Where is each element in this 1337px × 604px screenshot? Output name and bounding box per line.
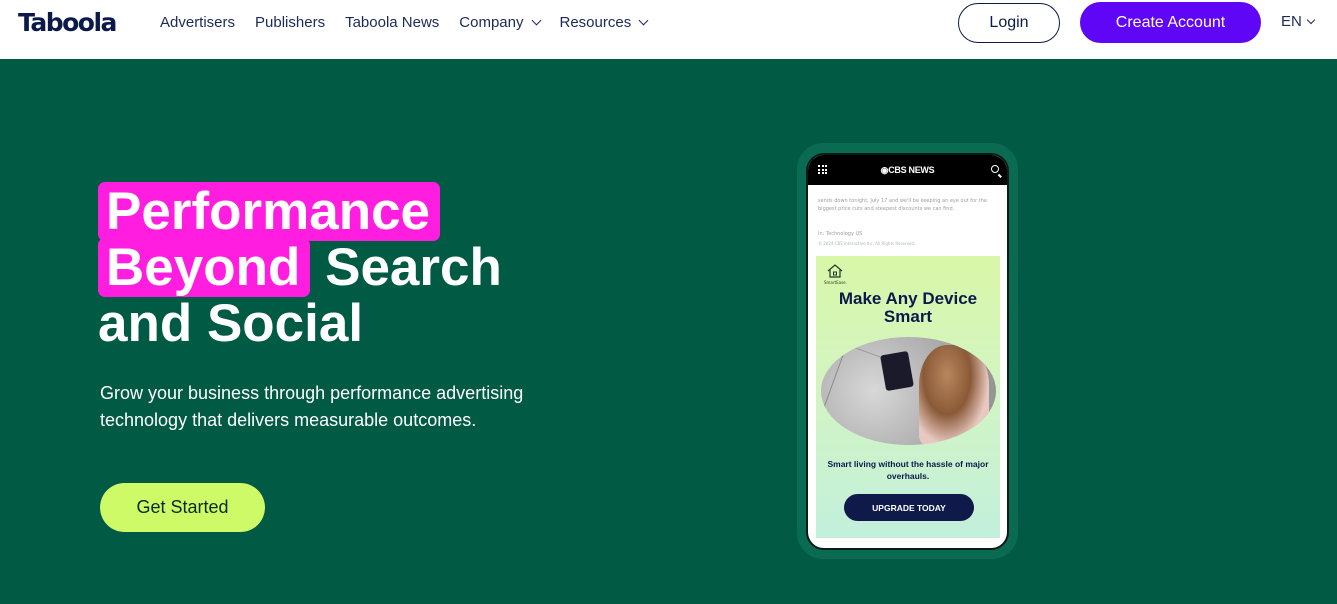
chevron-down-icon <box>531 15 541 26</box>
chevron-down-icon <box>638 15 649 26</box>
article-text: sends down tonight, July 17 and we'll be… <box>818 198 987 212</box>
woman-figure <box>919 345 989 445</box>
nav-resources[interactable]: Resources <box>559 14 649 31</box>
headline-highlight-1: Performance <box>98 182 441 241</box>
language-label: EN <box>1281 13 1302 30</box>
nav-company[interactable]: Company <box>459 14 541 31</box>
article-copyright: © 2024 CBS Interactive Inc. All Rights R… <box>818 241 916 246</box>
site-header: Taboola Advertisers Publishers Taboola N… <box>0 0 1337 59</box>
house-icon <box>827 264 843 278</box>
nav-company-label: Company <box>459 14 524 31</box>
site-brand: ◉CBS NEWS <box>880 164 935 175</box>
nav-taboola-news-label: Taboola News <box>345 14 440 31</box>
get-started-button[interactable]: Get Started <box>100 483 265 532</box>
headline-rest-2: Search <box>325 238 502 297</box>
phone-site-bar: ◉CBS NEWS <box>808 155 1007 185</box>
login-button[interactable]: Login <box>958 3 1060 43</box>
chevron-down-icon <box>1306 15 1316 24</box>
nav-resources-label: Resources <box>559 14 632 31</box>
hero-subtext: Grow your business through performance a… <box>100 383 524 430</box>
headline-line-1: Performance <box>98 182 502 241</box>
search-icon <box>991 165 999 173</box>
phone-mockup: ◉CBS NEWS sends down tonight, July 17 an… <box>806 153 1009 550</box>
ad-title: Make Any Device Smart <box>838 289 978 326</box>
nav-publishers-label: Publishers <box>255 14 326 31</box>
nav-taboola-news[interactable]: Taboola News <box>345 14 439 31</box>
ad-unit[interactable]: SmartEase. Make Any Device Smart Smart l… <box>816 256 1000 538</box>
nav-advertisers-label: Advertisers <box>160 14 236 31</box>
create-account-button[interactable]: Create Account <box>1080 2 1261 43</box>
grid-menu-icon <box>818 165 827 174</box>
headline-highlight-2: Beyond <box>98 238 311 297</box>
ad-brand: SmartEase. <box>824 280 847 285</box>
headline-line-3: and Social <box>98 294 364 353</box>
article-tags: In: Technology US <box>818 231 863 237</box>
taboola-logo[interactable]: Taboola <box>18 8 117 37</box>
hero-headline: Performance Beyond Search and Social <box>98 182 502 353</box>
nav-publishers[interactable]: Publishers <box>255 14 325 31</box>
smart-panel <box>880 350 914 392</box>
nav-advertisers[interactable]: Advertisers <box>160 14 235 31</box>
main-nav: Advertisers Publishers Taboola News Comp… <box>160 0 667 45</box>
language-selector[interactable]: EN <box>1281 13 1316 30</box>
ad-copy: Smart living without the hassle of major… <box>827 459 989 481</box>
ad-photo <box>821 337 996 445</box>
headline-line-2: Beyond Search <box>98 238 502 297</box>
upgrade-today-button[interactable]: UPGRADE TODAY <box>844 494 974 521</box>
